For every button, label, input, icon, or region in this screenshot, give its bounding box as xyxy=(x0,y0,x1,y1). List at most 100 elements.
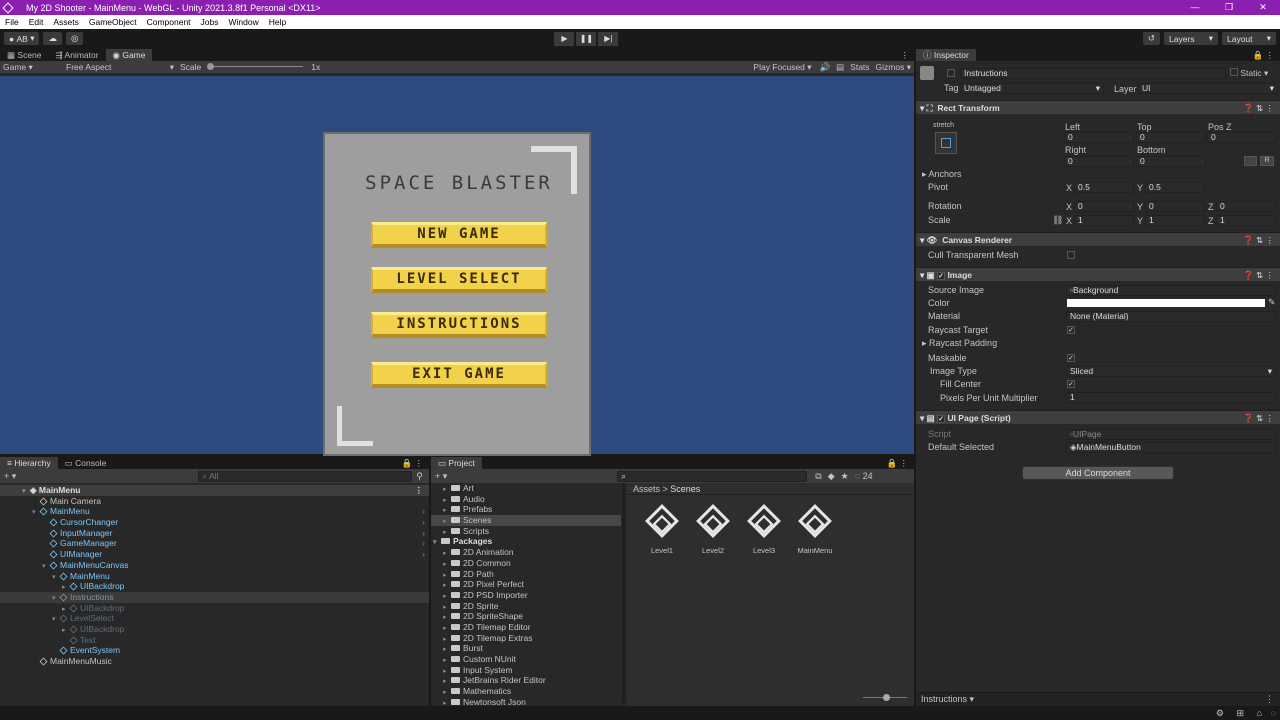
scene-asset-mainmenu[interactable] xyxy=(798,504,832,543)
hierarchy-mainmenu-page[interactable]: ▾ MainMenu xyxy=(0,571,429,582)
component-menu-icon[interactable]: ❓ ⇅ ⋮ xyxy=(1243,101,1274,115)
hierarchy-inputmanager[interactable]: InputManager › xyxy=(0,528,429,539)
hierarchy-mainmenucanvas[interactable]: ▾ MainMenuCanvas xyxy=(0,560,429,571)
level-select-button[interactable]: LEVEL SELECT xyxy=(371,267,547,293)
active-checkbox[interactable] xyxy=(947,69,955,77)
package-2d-tilemap-editor[interactable]: ▸ 2D Tilemap Editor xyxy=(431,622,621,633)
default-selected-field[interactable]: ◈MainMenuButton xyxy=(1066,442,1276,453)
package-custom-nunit[interactable]: ▸ Custom NUnit xyxy=(431,654,621,665)
panel-menu-icon[interactable]: ⋮ xyxy=(901,49,915,61)
menu-jobs[interactable]: Jobs xyxy=(196,17,224,27)
hierarchy-uibackdrop-3[interactable]: ▸ UIBackdrop xyxy=(0,624,429,635)
scene-asset-level3[interactable] xyxy=(747,504,781,543)
component-menu-icon[interactable]: ❓ ⇅ ⋮ xyxy=(1243,411,1274,425)
scale-slider[interactable] xyxy=(207,62,304,72)
tag-dropdown[interactable]: Untagged ▾ xyxy=(960,83,1104,94)
step-button[interactable]: ▶| xyxy=(598,31,619,46)
project-create-button[interactable]: + ▾ xyxy=(435,471,447,482)
package-2d-path[interactable]: ▸ 2D Path xyxy=(431,569,621,580)
ui-page-enabled-checkbox[interactable]: ✓ xyxy=(937,415,946,423)
add-component-button[interactable]: Add Component xyxy=(1022,466,1174,480)
rotation-x-field[interactable]: 0 xyxy=(1074,201,1134,212)
hierarchy-eventsystem[interactable]: EventSystem xyxy=(0,645,429,656)
scene-asset-level2[interactable] xyxy=(696,504,730,543)
preview-dropdown[interactable]: Instructions ▾ xyxy=(921,694,974,704)
tab-hierarchy[interactable]: ≡ Hierarchy xyxy=(0,457,58,469)
folder-art[interactable]: ▸ Art xyxy=(431,483,621,494)
new-game-button[interactable]: NEW GAME xyxy=(371,222,547,248)
material-field[interactable]: None (Material) xyxy=(1066,311,1276,322)
image-header[interactable]: ▾ ▣ ✓ Image ❓ ⇅ ⋮ xyxy=(916,267,1280,281)
package-2d-common[interactable]: ▸ 2D Common xyxy=(431,558,621,569)
hierarchy-search-input[interactable]: ⌕ All xyxy=(198,470,413,482)
cloud-button[interactable]: ☁ xyxy=(43,32,62,45)
menu-file[interactable]: File xyxy=(0,17,24,27)
scale-x-field[interactable]: 1 xyxy=(1074,215,1134,226)
hierarchy-uimanager[interactable]: UIManager › xyxy=(0,549,429,560)
breadcrumb-scenes[interactable]: Scenes xyxy=(670,484,700,494)
package-2d-animation[interactable]: ▸ 2D Animation xyxy=(431,547,621,558)
package-2d-tilemap-extras[interactable]: ▸ 2D Tilemap Extras xyxy=(431,633,621,644)
favorite-icon[interactable]: ★ xyxy=(841,471,849,482)
hierarchy-scene-mainmenu[interactable]: ▾ ◈ MainMenu ⋮ xyxy=(0,485,429,496)
blueprint-mode-button[interactable] xyxy=(1244,156,1257,166)
cull-mesh-checkbox[interactable] xyxy=(1067,251,1075,259)
hierarchy-levelselect[interactable]: ▾ LevelSelect xyxy=(0,613,429,624)
scene-asset-level1[interactable] xyxy=(645,504,679,543)
tab-animator[interactable]: ⇶ Animator xyxy=(49,49,106,61)
project-lock-icon[interactable]: 🔒 ⋮ xyxy=(887,457,914,469)
menu-edit[interactable]: Edit xyxy=(24,17,49,27)
anchors-foldout[interactable]: ▸ Anchors xyxy=(922,169,962,180)
raycast-padding-foldout[interactable]: ▸ Raycast Padding xyxy=(922,338,997,349)
right-field[interactable]: 0 xyxy=(1064,156,1134,167)
debug-icon[interactable]: ⊞ xyxy=(1236,708,1244,719)
package-mathematics[interactable]: ▸ Mathematics xyxy=(431,686,621,697)
filter-label-icon[interactable]: ◆ xyxy=(828,471,835,482)
canvas-renderer-header[interactable]: ▾ 👁 Canvas Renderer ❓ ⇅ ⋮ xyxy=(916,232,1280,246)
play-mode-dropdown[interactable]: Play Focused ▾ xyxy=(753,62,811,73)
color-swatch[interactable] xyxy=(1067,299,1265,307)
anchor-preset-button[interactable] xyxy=(935,132,957,154)
close-button[interactable]: ✕ xyxy=(1246,2,1280,13)
filter-type-icon[interactable]: ⧉ xyxy=(815,471,821,482)
scale-slider-handle[interactable] xyxy=(207,63,215,70)
hierarchy-instructions[interactable]: ▾ Instructions xyxy=(0,591,429,603)
progress-icon[interactable]: ⚙ xyxy=(1216,708,1224,719)
package-input-system[interactable]: ▸ Input System xyxy=(431,665,621,676)
account-dropdown[interactable]: ● AB ▾ xyxy=(4,32,40,45)
folder-scenes[interactable]: ▸ Scenes xyxy=(431,515,621,526)
create-button[interactable]: + ▾ xyxy=(4,471,16,482)
bottom-field[interactable]: 0 xyxy=(1136,156,1206,167)
ppu-field[interactable]: 1 xyxy=(1066,392,1276,403)
posz-field[interactable]: 0 xyxy=(1207,132,1277,143)
hidden-packages-icon[interactable]: ◌ 24 xyxy=(855,471,873,481)
folder-scripts[interactable]: ▸ Scripts xyxy=(431,526,621,537)
layer-dropdown[interactable]: UI ▾ xyxy=(1138,83,1278,94)
breadcrumb-assets[interactable]: Assets xyxy=(633,484,660,494)
tab-project[interactable]: ▭ Project xyxy=(431,457,482,469)
maskable-checkbox[interactable]: ✓ xyxy=(1067,354,1075,362)
hierarchy-mainmenu-prefab[interactable]: ▾ MainMenu › xyxy=(0,506,429,517)
hierarchy-gamemanager[interactable]: GameManager › xyxy=(0,538,429,549)
play-button[interactable]: ▶ xyxy=(554,31,575,46)
history-button[interactable]: ↺ xyxy=(1142,32,1160,45)
hierarchy-uibackdrop-1[interactable]: ▸ UIBackdrop xyxy=(0,581,429,592)
package-jetbrains-rider[interactable]: ▸ JetBrains Rider Editor xyxy=(431,675,621,686)
scale-z-field[interactable]: 1 xyxy=(1216,215,1276,226)
tab-console[interactable]: ▭ Console xyxy=(58,457,114,469)
project-search-input[interactable]: ⌕ xyxy=(617,470,808,482)
top-field[interactable]: 0 xyxy=(1136,132,1206,143)
folder-prefabs[interactable]: ▸ Prefabs xyxy=(431,504,621,515)
source-image-field[interactable]: ▫Background xyxy=(1066,285,1276,296)
menu-component[interactable]: Component xyxy=(142,17,196,27)
image-type-dropdown[interactable]: Sliced ▾ xyxy=(1066,366,1276,377)
tab-inspector[interactable]: ⓘ Inspector xyxy=(916,49,976,61)
static-toggle[interactable]: Static ▾ xyxy=(1230,68,1268,79)
tab-game[interactable]: ◉ Game xyxy=(105,49,153,61)
lock-icon[interactable]: 🔒 ⋮ xyxy=(402,457,429,469)
shortcuts-icon[interactable]: ▤ xyxy=(836,62,844,73)
tree-scrollbar[interactable] xyxy=(622,483,625,703)
collab-button[interactable]: ◎ xyxy=(65,32,84,45)
minimize-button[interactable]: — xyxy=(1178,2,1212,13)
package-2d-pixel-perfect[interactable]: ▸ 2D Pixel Perfect xyxy=(431,579,621,590)
